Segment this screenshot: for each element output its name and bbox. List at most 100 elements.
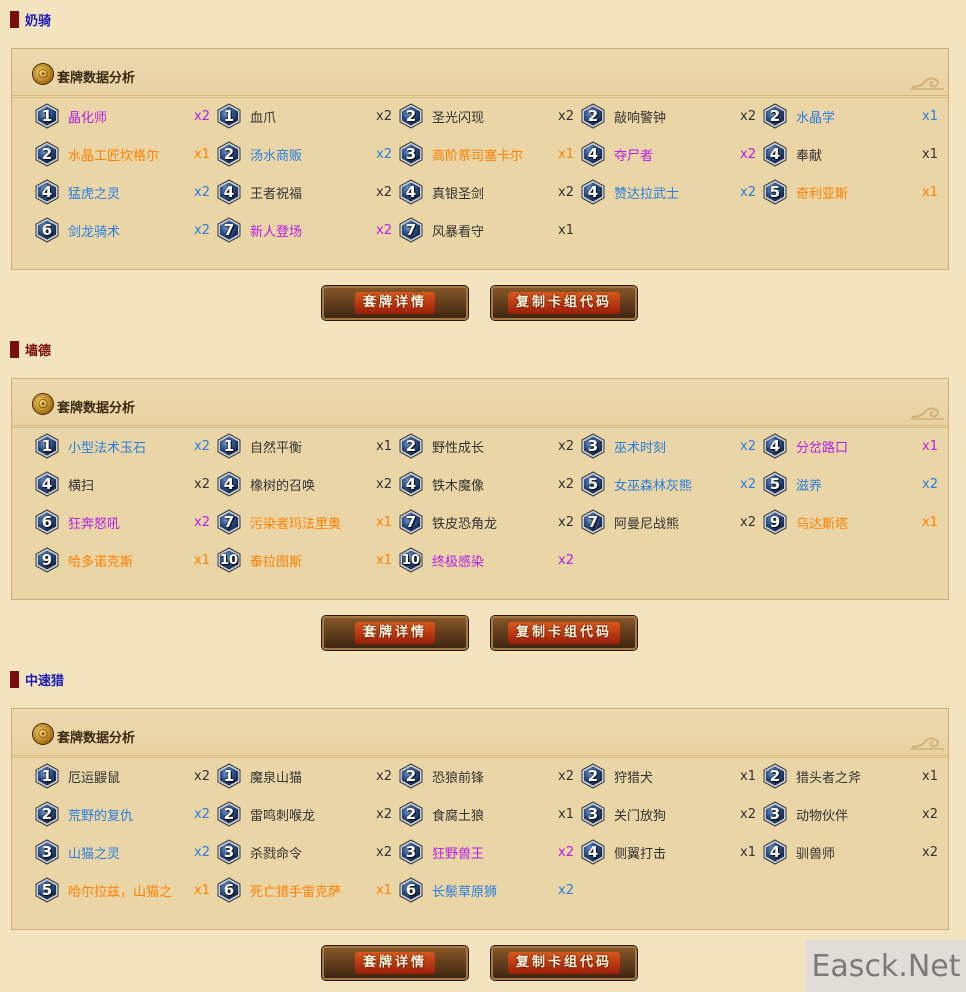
card-name[interactable]: 橡树的召唤 xyxy=(250,475,366,494)
card-name[interactable]: 动物伙伴 xyxy=(796,805,912,824)
card-entry[interactable]: 3 动物伙伴 x2 xyxy=(762,799,944,829)
card-name[interactable]: 血爪 xyxy=(250,107,366,126)
card-entry[interactable]: 1 晶化师 x2 xyxy=(34,101,216,131)
card-entry[interactable]: 2 水晶工匠坎格尔 x1 xyxy=(34,139,216,169)
card-entry[interactable]: 2 荒野的复仇 x2 xyxy=(34,799,216,829)
card-entry[interactable]: 9 乌达斯塔 x1 xyxy=(762,507,944,537)
card-name[interactable]: 泰拉图斯 xyxy=(250,551,366,570)
card-entry[interactable]: 4 赞达拉武士 x2 xyxy=(580,177,762,207)
card-name[interactable]: 圣光闪现 xyxy=(432,107,548,126)
card-entry[interactable]: 10 泰拉图斯 x1 xyxy=(216,545,398,575)
card-name[interactable]: 滋养 xyxy=(796,475,912,494)
card-entry[interactable]: 6 长鬃草原狮 x2 xyxy=(398,875,580,905)
card-name[interactable]: 野性成长 xyxy=(432,437,548,456)
card-name[interactable]: 关门放狗 xyxy=(614,805,730,824)
card-entry[interactable]: 10 终极感染 x2 xyxy=(398,545,580,575)
card-entry[interactable]: 2 水晶学 x1 xyxy=(762,101,944,131)
card-entry[interactable]: 4 奉献 x1 xyxy=(762,139,944,169)
card-name[interactable]: 晶化师 xyxy=(68,107,184,126)
card-name[interactable]: 汤水商贩 xyxy=(250,145,366,164)
card-name[interactable]: 食腐土狼 xyxy=(432,805,548,824)
card-name[interactable]: 污染者玛法里奥 xyxy=(250,513,366,532)
card-name[interactable]: 厄运鼹鼠 xyxy=(68,767,184,786)
card-name[interactable]: 横扫 xyxy=(68,475,184,494)
card-name[interactable]: 猎头者之斧 xyxy=(796,767,912,786)
card-name[interactable]: 山猫之灵 xyxy=(68,843,184,862)
card-name[interactable]: 狂奔怒吼 xyxy=(68,513,184,532)
card-entry[interactable]: 7 风暴看守 x1 xyxy=(398,215,580,245)
card-name[interactable]: 水晶工匠坎格尔 xyxy=(68,145,184,164)
card-name[interactable]: 阿曼尼战熊 xyxy=(614,513,730,532)
card-entry[interactable]: 3 高阶祭司塞卡尔 x1 xyxy=(398,139,580,169)
copy-deck-code-button[interactable]: 复制卡组代码 xyxy=(491,286,637,320)
card-name[interactable]: 魔泉山猫 xyxy=(250,767,366,786)
card-name[interactable]: 恐狼前锋 xyxy=(432,767,548,786)
card-entry[interactable]: 6 剑龙骑术 x2 xyxy=(34,215,216,245)
card-entry[interactable]: 3 关门放狗 x2 xyxy=(580,799,762,829)
card-entry[interactable]: 4 驯兽师 x2 xyxy=(762,837,944,867)
deck-details-button[interactable]: 套牌详情 xyxy=(322,946,468,980)
card-name[interactable]: 真银圣剑 xyxy=(432,183,548,202)
card-name[interactable]: 赞达拉武士 xyxy=(614,183,730,202)
card-entry[interactable]: 2 恐狼前锋 x2 xyxy=(398,761,580,791)
card-entry[interactable]: 4 王者祝福 x2 xyxy=(216,177,398,207)
card-name[interactable]: 长鬃草原狮 xyxy=(432,881,548,900)
card-name[interactable]: 猛虎之灵 xyxy=(68,183,184,202)
card-name[interactable]: 杀戮命令 xyxy=(250,843,366,862)
card-name[interactable]: 小型法术玉石 xyxy=(68,437,184,456)
card-entry[interactable]: 3 杀戮命令 x2 xyxy=(216,837,398,867)
copy-deck-code-button[interactable]: 复制卡组代码 xyxy=(491,946,637,980)
card-name[interactable]: 哈尔拉兹，山猫之 xyxy=(68,881,184,900)
card-name[interactable]: 雷鸣刺喉龙 xyxy=(250,805,366,824)
card-name[interactable]: 驯兽师 xyxy=(796,843,912,862)
card-name[interactable]: 哈多诺克斯 xyxy=(68,551,184,570)
card-name[interactable]: 分岔路口 xyxy=(796,437,912,456)
card-entry[interactable]: 2 汤水商贩 x2 xyxy=(216,139,398,169)
card-entry[interactable]: 1 厄运鼹鼠 x2 xyxy=(34,761,216,791)
copy-deck-code-button[interactable]: 复制卡组代码 xyxy=(491,616,637,650)
card-entry[interactable]: 4 猛虎之灵 x2 xyxy=(34,177,216,207)
card-entry[interactable]: 4 铁木魔像 x2 xyxy=(398,469,580,499)
card-name[interactable]: 狩猎犬 xyxy=(614,767,730,786)
card-entry[interactable]: 6 狂奔怒吼 x2 xyxy=(34,507,216,537)
card-name[interactable]: 乌达斯塔 xyxy=(796,513,912,532)
card-entry[interactable]: 1 小型法术玉石 x2 xyxy=(34,431,216,461)
card-entry[interactable]: 4 橡树的召唤 x2 xyxy=(216,469,398,499)
card-entry[interactable]: 5 奇利亚斯 x1 xyxy=(762,177,944,207)
card-name[interactable]: 敲响警钟 xyxy=(614,107,730,126)
card-name[interactable]: 奇利亚斯 xyxy=(796,183,912,202)
card-name[interactable]: 终极感染 xyxy=(432,551,548,570)
deck-details-button[interactable]: 套牌详情 xyxy=(322,286,468,320)
card-entry[interactable]: 3 山猫之灵 x2 xyxy=(34,837,216,867)
card-entry[interactable]: 4 真银圣剑 x2 xyxy=(398,177,580,207)
card-entry[interactable]: 4 分岔路口 x1 xyxy=(762,431,944,461)
card-entry[interactable]: 5 滋养 x2 xyxy=(762,469,944,499)
card-entry[interactable]: 1 魔泉山猫 x2 xyxy=(216,761,398,791)
card-name[interactable]: 狂野兽王 xyxy=(432,843,548,862)
card-entry[interactable]: 2 圣光闪现 x2 xyxy=(398,101,580,131)
card-name[interactable]: 风暴看守 xyxy=(432,221,548,240)
card-entry[interactable]: 4 侧翼打击 x1 xyxy=(580,837,762,867)
card-name[interactable]: 铁皮恐角龙 xyxy=(432,513,548,532)
card-entry[interactable]: 9 哈多诺克斯 x1 xyxy=(34,545,216,575)
card-entry[interactable]: 7 铁皮恐角龙 x2 xyxy=(398,507,580,537)
card-entry[interactable]: 2 敲响警钟 x2 xyxy=(580,101,762,131)
card-entry[interactable]: 7 污染者玛法里奥 x1 xyxy=(216,507,398,537)
card-name[interactable]: 夺尸者 xyxy=(614,145,730,164)
card-entry[interactable]: 7 新人登场 x2 xyxy=(216,215,398,245)
card-name[interactable]: 女巫森林灰熊 xyxy=(614,475,730,494)
card-entry[interactable]: 5 女巫森林灰熊 x2 xyxy=(580,469,762,499)
card-entry[interactable]: 3 巫术时刻 x2 xyxy=(580,431,762,461)
card-name[interactable]: 王者祝福 xyxy=(250,183,366,202)
card-name[interactable]: 荒野的复仇 xyxy=(68,805,184,824)
card-entry[interactable]: 2 狩猎犬 x1 xyxy=(580,761,762,791)
card-name[interactable]: 新人登场 xyxy=(250,221,366,240)
card-name[interactable]: 水晶学 xyxy=(796,107,912,126)
card-name[interactable]: 铁木魔像 xyxy=(432,475,548,494)
card-entry[interactable]: 5 哈尔拉兹，山猫之 x1 xyxy=(34,875,216,905)
card-entry[interactable]: 2 雷鸣刺喉龙 x2 xyxy=(216,799,398,829)
card-name[interactable]: 奉献 xyxy=(796,145,912,164)
card-entry[interactable]: 6 死亡猎手雷克萨 x1 xyxy=(216,875,398,905)
card-entry[interactable]: 3 狂野兽王 x2 xyxy=(398,837,580,867)
card-name[interactable]: 自然平衡 xyxy=(250,437,366,456)
